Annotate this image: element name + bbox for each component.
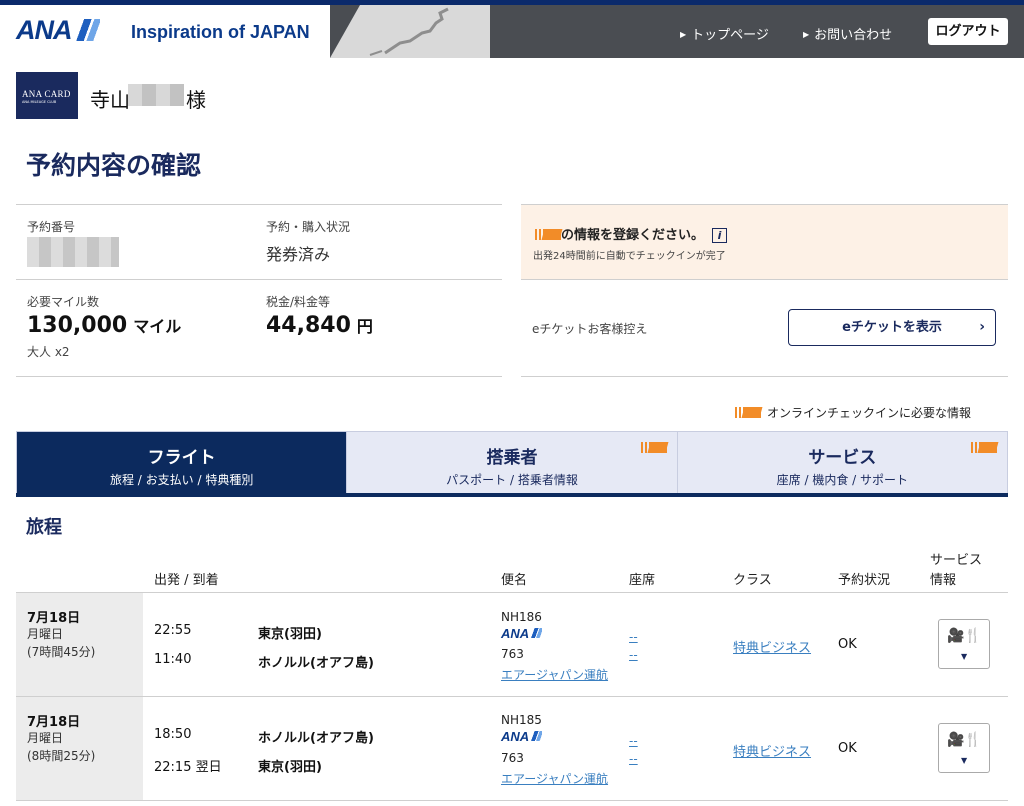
reservation-number-label: 予約番号 bbox=[27, 220, 76, 234]
flight-date: 7月18日 bbox=[27, 611, 81, 626]
chevron-down-icon: ▼ bbox=[961, 652, 968, 661]
aircraft-type: 763 bbox=[501, 647, 524, 661]
itinerary-title: 旅程 bbox=[26, 517, 62, 538]
reservation-status: OK bbox=[838, 741, 857, 756]
ana-logo-stripe bbox=[73, 19, 100, 41]
seat-link[interactable]: -- bbox=[629, 732, 638, 750]
passenger-count: 大人 x2 bbox=[27, 345, 70, 359]
ticket-icon bbox=[638, 442, 667, 453]
divider bbox=[16, 800, 1008, 801]
chevron-down-icon: ▼ bbox=[961, 756, 968, 765]
arrival-city: 東京(羽田) bbox=[258, 760, 322, 775]
header-service: サービス bbox=[930, 553, 983, 568]
header-class: クラス bbox=[733, 573, 772, 588]
user-name: 寺山 bbox=[90, 88, 130, 112]
divider bbox=[16, 204, 502, 205]
divider bbox=[16, 376, 502, 377]
weekday: 月曜日 bbox=[27, 627, 64, 641]
arrival-city: ホノルル(オアフ島) bbox=[258, 656, 374, 671]
reservation-status: OK bbox=[838, 637, 857, 652]
duration: (7時間45分) bbox=[27, 645, 96, 659]
tab-service[interactable]: サービス 座席 / 機内食 / サポート bbox=[677, 432, 1007, 493]
ana-card-badge: ANA CARD ANA MILEAGE CLUB bbox=[16, 72, 78, 119]
booking-status-label: 予約・購入状況 bbox=[266, 220, 351, 234]
header-info: 情報 bbox=[930, 573, 957, 588]
checkin-notice: の情報を登録ください。 i 出発24時間前に自動でチェックインが完了 bbox=[521, 204, 1008, 279]
departure-city: ホノルル(オアフ島) bbox=[258, 731, 374, 746]
triangle-right-icon: ▶ bbox=[680, 30, 687, 39]
divider bbox=[521, 376, 1008, 377]
info-icon[interactable]: i bbox=[712, 228, 728, 243]
flight-date: 7月18日 bbox=[27, 715, 81, 730]
divider bbox=[16, 592, 1008, 593]
miles-value: 130,000 マイル bbox=[27, 313, 182, 338]
header-depart-arrive: 出発 / 到着 bbox=[154, 573, 219, 588]
tax-value: 44,840 円 bbox=[266, 313, 373, 338]
weekday: 月曜日 bbox=[27, 731, 64, 745]
camera-meal-icon: 🎥🍴 bbox=[947, 628, 982, 644]
tax-label: 税金/料金等 bbox=[266, 295, 331, 309]
ticket-icon bbox=[533, 229, 561, 240]
tagline: Inspiration of JAPAN bbox=[131, 22, 310, 42]
ana-mini-logo: ANA bbox=[501, 729, 543, 744]
flight-number: NH186 bbox=[501, 610, 542, 624]
triangle-right-icon: ▶ bbox=[803, 30, 810, 39]
arrival-time: 22:15 翌日 bbox=[154, 760, 222, 775]
ana-logo[interactable]: ANA bbox=[16, 15, 100, 45]
seat-link[interactable]: -- bbox=[629, 646, 638, 664]
class-link[interactable]: 特典ビジネス bbox=[733, 637, 811, 656]
japan-map-graphic bbox=[330, 5, 490, 58]
section-tabs: フライト 旅程 / お支払い / 特典種別 搭乗者 パスポート / 搭乗者情報 … bbox=[16, 431, 1008, 493]
tab-passenger[interactable]: 搭乗者 パスポート / 搭乗者情報 bbox=[347, 432, 678, 493]
arrival-time: 11:40 bbox=[154, 652, 192, 667]
header-status: 予約状況 bbox=[838, 573, 891, 588]
page-title: 予約内容の確認 bbox=[26, 151, 202, 180]
redacted-reservation-number bbox=[27, 237, 119, 267]
aircraft-type: 763 bbox=[501, 751, 524, 765]
ana-mini-logo: ANA bbox=[501, 626, 543, 641]
show-eticket-button[interactable]: eチケットを表示 › bbox=[788, 309, 996, 346]
logout-button[interactable]: ログアウト bbox=[928, 18, 1008, 45]
camera-meal-icon: 🎥🍴 bbox=[947, 732, 982, 748]
miles-label: 必要マイル数 bbox=[27, 295, 100, 309]
tab-flight[interactable]: フライト 旅程 / お支払い / 特典種別 bbox=[17, 432, 348, 493]
ticket-icon bbox=[733, 407, 761, 418]
eticket-label: eチケットお客様控え bbox=[532, 322, 648, 336]
divider bbox=[521, 279, 1008, 280]
seat-link[interactable]: -- bbox=[629, 628, 638, 646]
site-header: ANA Inspiration of JAPAN ▶ トップページ ▶ お問い合わせ… bbox=[0, 5, 1024, 58]
divider bbox=[16, 696, 1008, 697]
divider bbox=[16, 279, 502, 280]
tabs-underline bbox=[16, 493, 1008, 497]
service-info-button[interactable]: 🎥🍴 ▼ bbox=[938, 723, 990, 773]
nav-contact-link[interactable]: ▶ お問い合わせ bbox=[803, 24, 892, 43]
flight-number: NH185 bbox=[501, 713, 542, 727]
departure-time: 18:50 bbox=[154, 727, 192, 742]
online-checkin-note: オンラインチェックインに必要な情報 bbox=[733, 404, 971, 421]
ticket-icon bbox=[968, 442, 997, 453]
header-flight: 便名 bbox=[501, 573, 528, 588]
user-honorific: 様 bbox=[186, 88, 206, 112]
booking-status-value: 発券済み bbox=[266, 245, 331, 264]
departure-time: 22:55 bbox=[154, 623, 192, 638]
nav-top-page-link[interactable]: ▶ トップページ bbox=[680, 24, 769, 43]
class-link[interactable]: 特典ビジネス bbox=[733, 741, 811, 760]
seat-link[interactable]: -- bbox=[629, 750, 638, 768]
header-seat: 座席 bbox=[629, 573, 656, 588]
departure-city: 東京(羽田) bbox=[258, 627, 322, 642]
operated-by-link[interactable]: エアージャパン運航 bbox=[501, 770, 608, 787]
service-info-button[interactable]: 🎥🍴 ▼ bbox=[938, 619, 990, 669]
notice-subtitle: 出発24時間前に自動でチェックインが完了 bbox=[533, 251, 726, 262]
operated-by-link[interactable]: エアージャパン運航 bbox=[501, 666, 608, 683]
duration: (8時間25分) bbox=[27, 749, 96, 763]
redacted-name bbox=[128, 84, 184, 106]
chevron-right-icon: › bbox=[979, 319, 985, 335]
